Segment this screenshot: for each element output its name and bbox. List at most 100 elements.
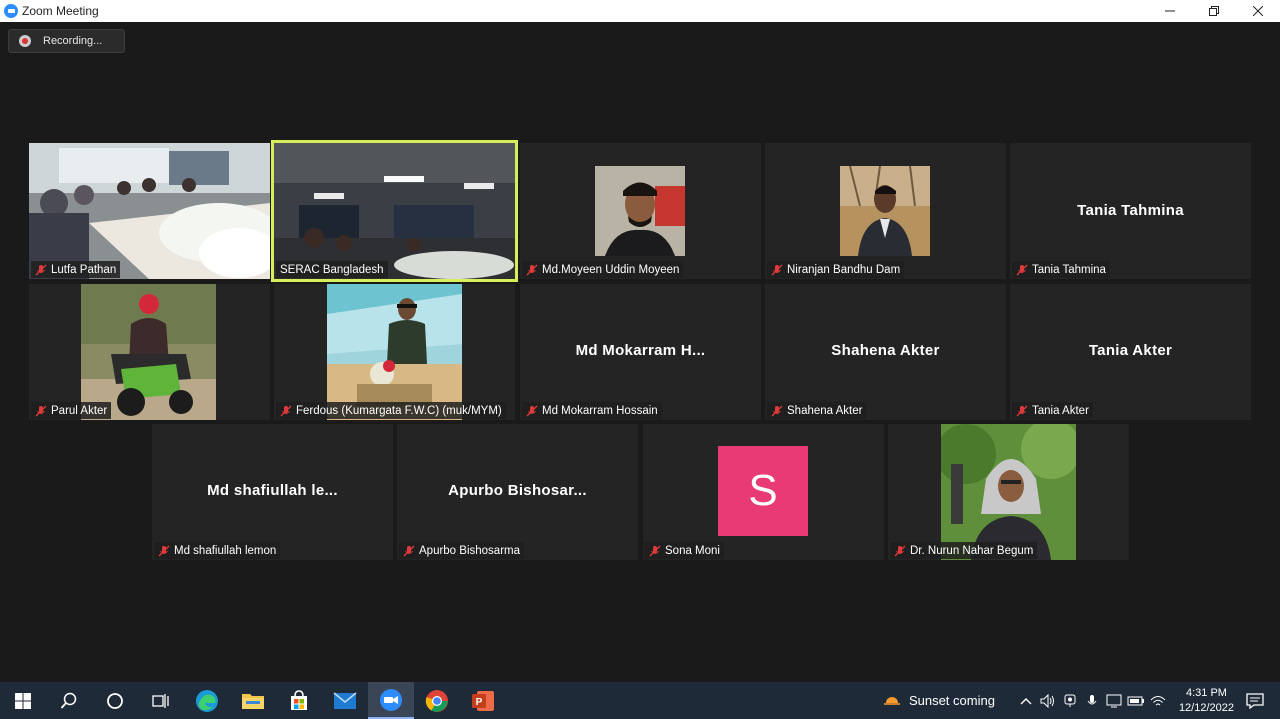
- participant-tile[interactable]: Parul Akter: [29, 284, 270, 420]
- participant-tile[interactable]: Tania Akter Tania Akter: [1010, 284, 1251, 420]
- participant-tile[interactable]: Ferdous (Kumargata F.W.C) (muk/MYM): [274, 284, 515, 420]
- weather-text[interactable]: Sunset coming: [909, 693, 995, 708]
- participant-tile[interactable]: S Sona Moni: [643, 424, 884, 560]
- participant-nametag: Sona Moni: [645, 542, 724, 559]
- taskbar-app-mail[interactable]: [322, 682, 368, 719]
- participant-tile[interactable]: Md.Moyeen Uddin Moyeen: [520, 143, 761, 279]
- volume-icon[interactable]: [1037, 690, 1059, 712]
- participant-name: Niranjan Bandhu Dam: [787, 263, 901, 276]
- task-view-icon: [152, 693, 169, 708]
- participant-tile-active-speaker[interactable]: SERAC Bangladesh: [271, 140, 518, 282]
- minimize-button[interactable]: [1148, 0, 1192, 22]
- powerpoint-icon: P: [472, 690, 494, 711]
- meeting-gallery-view: Recording... Lutfa Pathan SERAC Banglade…: [0, 22, 1280, 682]
- taskbar-app-file-explorer[interactable]: [230, 682, 276, 719]
- participant-name: Apurbo Bishosarma: [419, 544, 520, 557]
- participant-center-name: Tania Akter: [1088, 342, 1173, 359]
- participant-tile[interactable]: Shahena Akter Shahena Akter: [765, 284, 1006, 420]
- taskbar-app-edge[interactable]: [184, 682, 230, 719]
- wifi-icon[interactable]: [1147, 690, 1169, 712]
- close-button[interactable]: [1236, 0, 1280, 22]
- participant-nametag: Shahena Akter: [767, 402, 867, 419]
- mic-muted-icon: [35, 264, 47, 275]
- start-button[interactable]: [0, 682, 46, 719]
- cortana-button[interactable]: [92, 682, 138, 719]
- battery-icon[interactable]: [1125, 690, 1147, 712]
- participant-nametag: SERAC Bangladesh: [276, 261, 388, 278]
- participant-name: Md Mokarram Hossain: [542, 404, 658, 417]
- taskbar-app-zoom[interactable]: [368, 682, 414, 719]
- microphone-icon[interactable]: [1081, 690, 1103, 712]
- participant-nametag: Apurbo Bishosarma: [399, 542, 524, 559]
- chrome-icon: [425, 689, 448, 712]
- participant-nametag: Lutfa Pathan: [31, 261, 121, 278]
- task-view-button[interactable]: [138, 682, 184, 719]
- mic-muted-icon: [771, 405, 783, 416]
- recording-indicator[interactable]: Recording...: [8, 29, 125, 53]
- search-button[interactable]: [46, 682, 92, 719]
- participant-name: Parul Akter: [51, 404, 108, 417]
- participant-nametag: Parul Akter: [31, 402, 112, 419]
- participant-video: [941, 424, 1076, 560]
- mic-muted-icon: [1016, 264, 1028, 275]
- store-icon: [291, 689, 307, 710]
- participant-center-name: Apurbo Bishosar...: [448, 482, 587, 499]
- participant-name: Md.Moyeen Uddin Moyeen: [542, 263, 680, 276]
- participant-center-name: Tania Tahmina: [1077, 202, 1184, 219]
- recording-dot-icon: [19, 35, 31, 47]
- chevron-up-icon[interactable]: [1015, 690, 1037, 712]
- participant-video: [840, 166, 930, 256]
- svg-text:P: P: [476, 697, 483, 708]
- recording-label: Recording...: [43, 35, 103, 47]
- avatar-letter: S: [748, 466, 778, 515]
- minimize-icon: [1165, 10, 1175, 12]
- participant-nametag: Ferdous (Kumargata F.W.C) (muk/MYM): [276, 402, 506, 419]
- mic-muted-icon: [526, 405, 538, 416]
- taskbar-clock[interactable]: 4:31 PM 12/12/2022: [1179, 686, 1234, 716]
- search-icon: [60, 692, 77, 709]
- participant-name: Tania Tahmina: [1032, 263, 1106, 276]
- mic-muted-icon: [35, 405, 47, 416]
- participant-tile[interactable]: Apurbo Bishosar... Apurbo Bishosarma: [397, 424, 638, 560]
- mic-muted-icon: [158, 545, 170, 556]
- camera-in-use-icon[interactable]: [1059, 690, 1081, 712]
- zoom-logo-icon: [4, 4, 18, 18]
- mic-muted-icon: [526, 264, 538, 275]
- participant-tile[interactable]: Dr. Nurun Nahar Begum: [888, 424, 1129, 560]
- participant-video: [81, 284, 216, 420]
- window-title: Zoom Meeting: [22, 4, 99, 18]
- weather-sunset-icon[interactable]: [880, 692, 903, 710]
- participant-tile[interactable]: Md Mokarram H... Md Mokarram Hossain: [520, 284, 761, 420]
- participant-tile[interactable]: Md shafiullah le... Md shafiullah lemon: [152, 424, 393, 560]
- clock-date: 12/12/2022: [1178, 701, 1234, 714]
- clock-time: 4:31 PM: [1185, 686, 1227, 699]
- close-icon: [1253, 6, 1263, 16]
- folder-icon: [242, 693, 264, 709]
- participant-name: Md shafiullah lemon: [174, 544, 277, 557]
- mic-muted-icon: [894, 545, 906, 556]
- taskbar-app-microsoft-store[interactable]: [276, 682, 322, 719]
- avatar: S: [718, 446, 808, 536]
- mail-icon: [333, 691, 357, 709]
- cortana-icon: [107, 692, 123, 709]
- taskbar-app-chrome[interactable]: [414, 682, 460, 719]
- notification-icon[interactable]: [1244, 690, 1266, 712]
- participant-nametag: Niranjan Bandhu Dam: [767, 261, 905, 278]
- participant-name: Shahena Akter: [787, 404, 863, 417]
- participant-video: [29, 143, 270, 279]
- participant-nametag: Tania Tahmina: [1012, 261, 1110, 278]
- participant-tile[interactable]: Niranjan Bandhu Dam: [765, 143, 1006, 279]
- windows-logo-icon: [15, 692, 31, 709]
- taskbar-app-powerpoint[interactable]: P: [460, 682, 506, 719]
- participant-tile[interactable]: Tania Tahmina Tania Tahmina: [1010, 143, 1251, 279]
- participant-name: Dr. Nurun Nahar Begum: [910, 544, 1034, 557]
- display-icon[interactable]: [1103, 690, 1125, 712]
- participant-nametag: Md Mokarram Hossain: [522, 402, 662, 419]
- participant-tile[interactable]: Lutfa Pathan: [29, 143, 270, 279]
- mic-muted-icon: [771, 264, 783, 275]
- participant-nametag: Md.Moyeen Uddin Moyeen: [522, 261, 684, 278]
- participant-nametag: Md shafiullah lemon: [154, 542, 281, 559]
- restore-button[interactable]: [1192, 0, 1236, 22]
- edge-icon: [196, 689, 218, 712]
- window-controls: [1148, 0, 1280, 22]
